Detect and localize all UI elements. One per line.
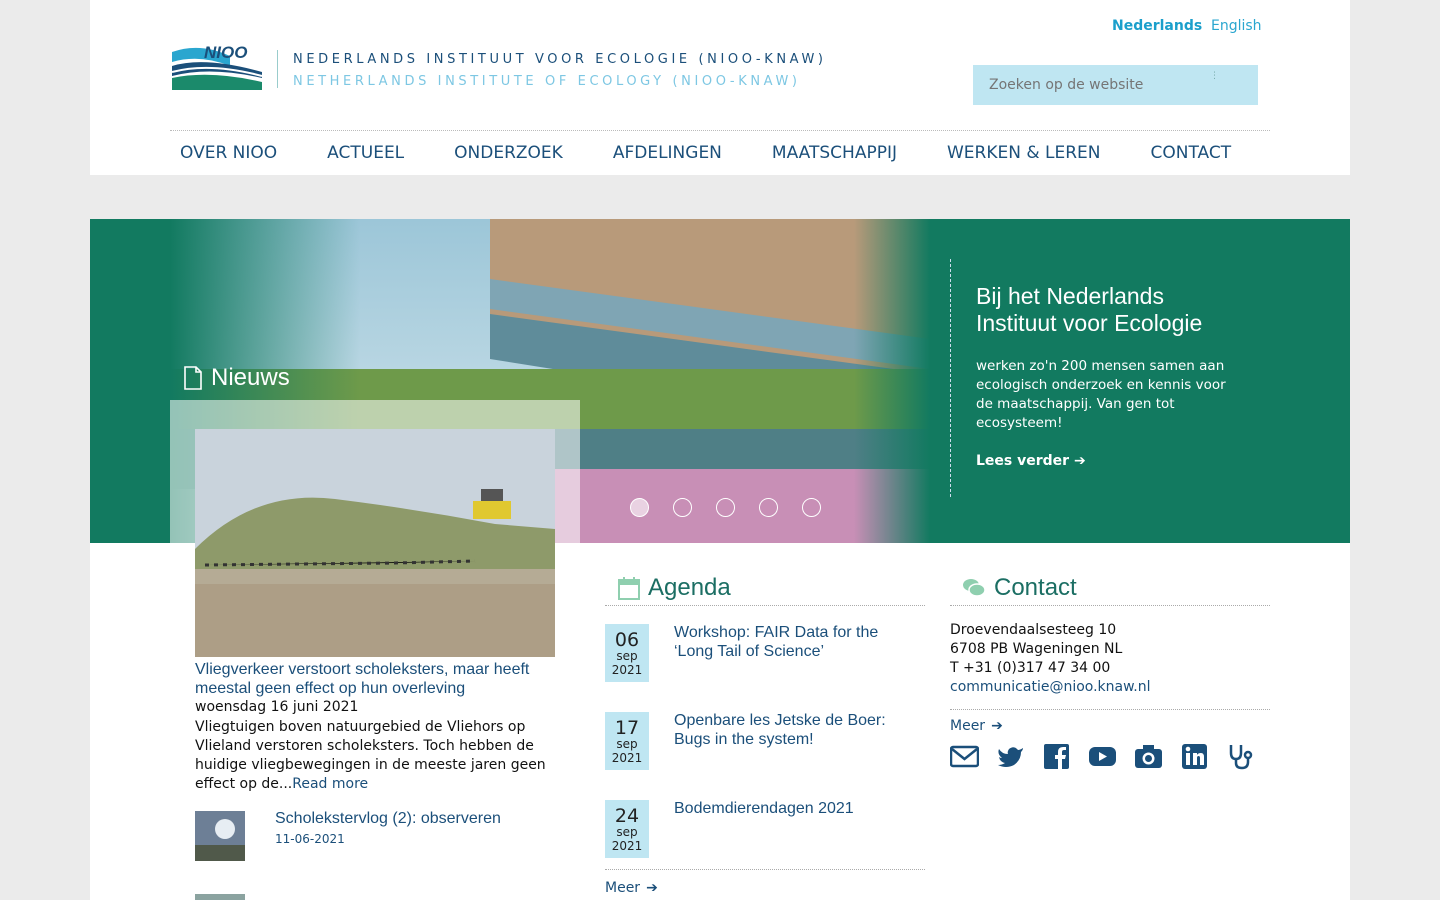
stethoscope-icon[interactable] <box>1226 742 1255 771</box>
main-nav: OVER NIOO ACTUEEL ONDERZOEK AFDELINGEN M… <box>180 143 1281 163</box>
agenda-divider <box>605 605 925 606</box>
calendar-icon <box>618 577 640 600</box>
news-main-title[interactable]: Vliegverkeer verstoort scholeksters, maa… <box>195 660 565 698</box>
slider-dot[interactable] <box>673 498 692 517</box>
nav-item-werken-leren[interactable]: WERKEN & LEREN <box>947 143 1101 163</box>
nioo-logo[interactable]: NIOO <box>170 44 265 92</box>
nav-item-afdelingen[interactable]: AFDELINGEN <box>613 143 722 163</box>
nav-item-contact[interactable]: CONTACT <box>1151 143 1232 163</box>
nav-divider <box>170 130 1270 131</box>
institute-name-nl: NEDERLANDS INSTITUUT VOOR ECOLOGIE (NIOO… <box>293 52 827 67</box>
slider-dot[interactable] <box>630 498 649 517</box>
agenda-date-badge: 06 sep 2021 <box>605 624 649 682</box>
contact-address-line-1: Droevendaalsesteeg 10 <box>950 622 1117 638</box>
news-label-text: Nieuws <box>211 364 290 391</box>
slider-dot[interactable] <box>759 498 778 517</box>
contact-phone: T +31 (0)317 47 34 00 <box>950 660 1111 676</box>
agenda-year: 2021 <box>611 751 643 765</box>
news-thumbnail[interactable] <box>195 811 245 861</box>
institute-name-en: NETHERLANDS INSTITUTE OF ECOLOGY (NIOO-K… <box>293 74 801 89</box>
slider-dot[interactable] <box>716 498 735 517</box>
news-item-date: 11-06-2021 <box>275 832 345 846</box>
agenda-item-title[interactable]: Openbare les Jetske de Boer: Bugs in the… <box>674 711 914 749</box>
svg-text:NIOO: NIOO <box>204 44 247 62</box>
agenda-year: 2021 <box>611 839 643 853</box>
agenda-month: sep <box>616 649 638 663</box>
linkedin-icon[interactable] <box>1180 742 1209 771</box>
slider-dots <box>630 498 821 517</box>
nav-item-over-nioo[interactable]: OVER NIOO <box>180 143 277 163</box>
contact-divider <box>950 605 1270 606</box>
agenda-more-label: Meer <box>605 880 641 896</box>
arrow-right-icon: ➔ <box>1073 453 1086 469</box>
news-label: Nieuws <box>183 364 290 392</box>
read-more-link[interactable]: Lees verder ➔ <box>976 453 1230 469</box>
arrow-right-icon: ➔ <box>991 718 1003 734</box>
agenda-day: 06 <box>614 629 640 651</box>
mail-icon[interactable] <box>949 742 980 771</box>
arrow-right-icon: ➔ <box>646 880 658 896</box>
camera-icon[interactable] <box>1134 742 1163 771</box>
search-handle-icon: ⋮ <box>1210 71 1219 81</box>
agenda-month: sep <box>616 737 638 751</box>
nav-item-actueel[interactable]: ACTUEEL <box>327 143 404 163</box>
nav-item-onderzoek[interactable]: ONDERZOEK <box>454 143 563 163</box>
nav-item-maatschappij[interactable]: MAATSCHAPPIJ <box>772 143 897 163</box>
news-main-text: Vliegtuigen boven natuurgebied de Vlieho… <box>195 719 546 792</box>
news-read-more-link[interactable]: Read more <box>292 776 368 792</box>
page: Nederlands English NIOO NEDERLANDS INSTI… <box>90 0 1350 900</box>
agenda-heading-text: Agenda <box>648 574 731 601</box>
twitter-icon[interactable] <box>996 742 1025 771</box>
social-icons <box>949 742 1255 771</box>
news-image[interactable] <box>195 429 555 657</box>
agenda-year: 2021 <box>611 663 643 677</box>
agenda-date-badge: 24 sep 2021 <box>605 800 649 858</box>
document-icon <box>184 366 202 390</box>
logo-divider <box>277 50 278 88</box>
agenda-item-title[interactable]: Bodemdierendagen 2021 <box>674 799 914 818</box>
chat-bubbles-icon <box>963 579 986 597</box>
contact-heading-text: Contact <box>994 574 1077 601</box>
contact-address-line-2: 6708 PB Wageningen NL <box>950 641 1123 657</box>
contact-heading: Contact <box>962 574 1077 602</box>
header-spacer <box>90 175 1350 219</box>
contact-more-label: Meer <box>950 718 986 734</box>
facebook-icon[interactable] <box>1042 742 1071 771</box>
news-main-date: woensdag 16 juni 2021 <box>195 699 359 715</box>
read-more-label: Lees verder <box>976 453 1070 469</box>
hero-body: werken zo'n 200 mensen samen aan ecologi… <box>976 358 1226 431</box>
contact-bottom-divider <box>950 709 1270 710</box>
language-en-link[interactable]: English <box>1211 18 1262 34</box>
language-nl-link[interactable]: Nederlands <box>1112 18 1202 34</box>
youtube-icon[interactable] <box>1088 742 1117 771</box>
agenda-item-title[interactable]: Workshop: FAIR Data for the ‘Long Tail o… <box>674 623 914 661</box>
agenda-more-link[interactable]: Meer ➔ <box>605 880 658 896</box>
news-thumbnail[interactable] <box>195 894 245 900</box>
contact-more-link[interactable]: Meer ➔ <box>950 718 1003 734</box>
agenda-day: 24 <box>614 805 640 827</box>
hero-text-panel: Bij het Nederlands Instituut voor Ecolog… <box>950 259 1230 497</box>
news-item-title[interactable]: Scholekstervlog (2): observeren <box>275 810 501 828</box>
slider-dot[interactable] <box>802 498 821 517</box>
agenda-date-badge: 17 sep 2021 <box>605 712 649 770</box>
agenda-bottom-divider <box>605 869 925 870</box>
agenda-month: sep <box>616 825 638 839</box>
agenda-day: 17 <box>614 717 640 739</box>
contact-email-link[interactable]: communicatie@nioo.knaw.nl <box>950 678 1150 697</box>
agenda-heading: Agenda <box>618 574 731 602</box>
hero-title: Bij het Nederlands Instituut voor Ecolog… <box>976 283 1203 336</box>
news-main-body: Vliegtuigen boven natuurgebied de Vlieho… <box>195 718 555 794</box>
